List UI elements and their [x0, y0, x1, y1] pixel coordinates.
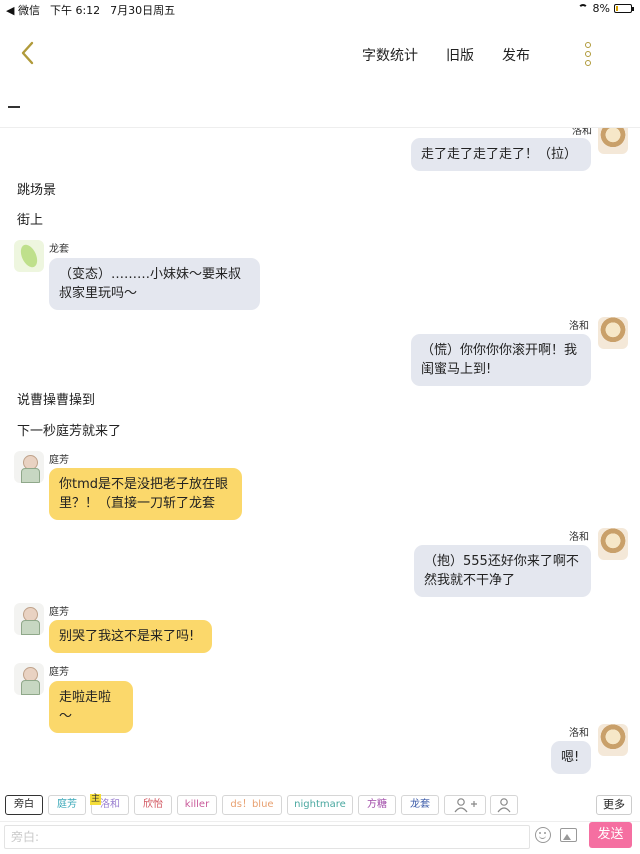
owner-badge: 主 — [90, 794, 102, 805]
message-input[interactable] — [4, 825, 530, 849]
publish-button[interactable]: 发布 — [502, 45, 530, 65]
input-bar: 发送 — [0, 821, 640, 854]
emoji-icon[interactable] — [535, 827, 551, 843]
avatar-luohe[interactable] — [598, 724, 628, 756]
collapse-dash[interactable] — [8, 106, 20, 108]
more-menu-icon[interactable] — [582, 42, 594, 70]
role-chip-xinyi[interactable]: 欣怡 — [134, 795, 172, 815]
narration-text: 下一秒庭芳就来了 — [17, 424, 122, 439]
status-date: 7月30日周五 — [110, 4, 176, 17]
role-chip-tingfang[interactable]: 庭芳 — [48, 795, 86, 815]
message-bubble: （慌）你你你你滚开啊！我闺蜜马上到! — [411, 334, 591, 386]
avatar-longtao[interactable] — [14, 240, 44, 272]
role-chip-nightmare[interactable]: nightmare — [287, 795, 353, 815]
message-bubble: 嗯! — [551, 741, 591, 774]
message-bubble: 走了走了走了走了！（拉） — [411, 138, 591, 171]
role-chip-narrator[interactable]: 旁白 — [5, 795, 43, 815]
avatar-luohe[interactable] — [598, 528, 628, 560]
message-bubble: 走啦走啦～ — [49, 681, 133, 733]
message-bubble: 别哭了我这不是来了吗! — [49, 620, 212, 653]
sender-name: 庭芳 — [49, 607, 69, 618]
sender-name: 洛和 — [569, 728, 589, 739]
role-manage-button[interactable] — [490, 795, 518, 815]
role-chip-killer[interactable]: killer — [177, 795, 217, 815]
avatar-tingfang[interactable] — [14, 603, 44, 635]
carrier-label: ◀ 微信 — [6, 4, 40, 17]
sender-name: 庭芳 — [49, 667, 69, 678]
message-bubble: （抱）555还好你来了啊不然我就不干净了 — [414, 545, 591, 597]
sender-name: 洛和 — [569, 532, 589, 543]
message-bubble: 你tmd是不是没把老子放在眼里？！（直接一刀斩了龙套 — [49, 468, 242, 520]
person-icon — [497, 798, 511, 813]
role-chip-longtao[interactable]: 龙套 — [401, 795, 439, 815]
narration-text: 说曹操曹操到 — [17, 393, 96, 408]
role-chip-fangtang[interactable]: 方糖 — [358, 795, 396, 815]
role-chip-dsblue[interactable]: ds！blue — [222, 795, 282, 815]
avatar-tingfang[interactable] — [14, 663, 44, 695]
avatar-tingfang[interactable] — [14, 451, 44, 483]
status-time: 下午 6:12 — [49, 4, 101, 17]
send-button[interactable]: 发送 — [589, 822, 632, 848]
message-bubble: （变态）………小妹妹～要来叔叔家里玩吗～ — [49, 258, 260, 310]
wifi-icon — [577, 4, 589, 13]
battery-percent: 8% — [592, 2, 610, 15]
sender-name: 洛和 — [572, 128, 592, 137]
back-chevron-icon[interactable] — [16, 40, 42, 66]
sender-name: 龙套 — [49, 244, 69, 255]
status-bar: ◀ 微信 下午 6:12 7月30日周五 8% — [0, 0, 640, 18]
narration-text: 跳场景 — [17, 183, 57, 198]
top-bar: 字数统计 旧版 发布 — [0, 18, 640, 90]
battery-icon — [614, 4, 634, 13]
sender-name: 庭芳 — [49, 455, 69, 466]
avatar-luohe[interactable] — [598, 317, 628, 349]
chat-area: 洛和 走了走了走了走了！（拉） 跳场景 街上 龙套 （变态）………小妹妹～要来叔… — [0, 128, 640, 783]
narration-text: 街上 — [17, 213, 44, 228]
add-person-icon — [454, 798, 477, 813]
word-count-button[interactable]: 字数统计 — [362, 45, 418, 65]
image-icon[interactable] — [560, 828, 577, 842]
avatar-luohe[interactable] — [598, 128, 628, 154]
sender-name: 洛和 — [569, 321, 589, 332]
add-role-button[interactable] — [444, 795, 486, 815]
more-roles-button[interactable]: 更多 — [596, 795, 632, 815]
old-version-button[interactable]: 旧版 — [446, 45, 474, 65]
